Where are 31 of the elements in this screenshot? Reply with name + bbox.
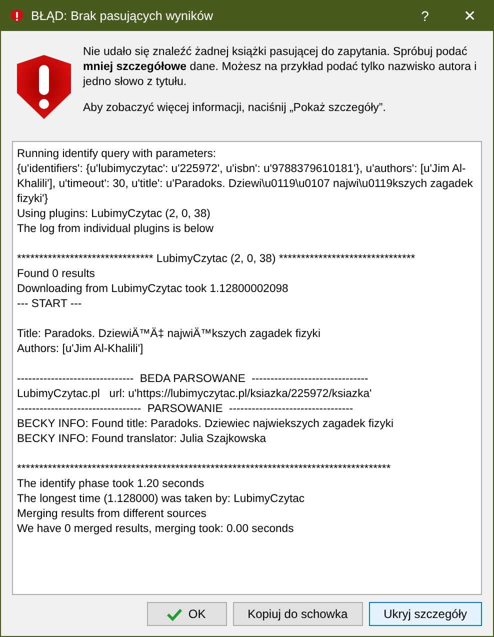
log-line: Using plugins: LubimyCzytac (2, 0, 38)	[17, 207, 212, 222]
dialog-button[interactable]: Kopiuj do schowka	[232, 602, 363, 626]
log-line: LubimyCzytac.pl url: u'https://lubimyczytac.pl/ksiazka/225972/ksiazka'	[17, 387, 373, 402]
ok-button[interactable]: OK	[146, 602, 227, 626]
window-title: BŁĄD: Brak pasujących wyników	[31, 9, 214, 23]
help-button[interactable]: ?	[403, 1, 447, 31]
log-line: Found 0 results	[17, 267, 96, 282]
log-line: The longest time (1.128000) was taken by: LubimyCzytac	[17, 492, 306, 507]
error-message: Nie udało się znaleźć żadnej książki pasującej do zapytania. Spróbuj podać mniej szczegółowe dane. Możesz na przykład podać tylko nazwisko autora i jedno słowo z tytułu.	[83, 45, 478, 90]
checkmark-icon	[167, 608, 182, 620]
log-line: The log from individual plugins is below	[17, 222, 215, 237]
log-line: Authors: [u'Jim Al-Khalili']	[17, 342, 144, 357]
error-shield-icon	[17, 55, 71, 119]
log-line: The identify phase took 1.20 seconds	[17, 477, 206, 492]
log-line: --------------------------------- PARSOWANIE ---------------------------------	[17, 402, 354, 417]
log-line: Merging results from different sources	[17, 507, 208, 522]
log-line: BECKY INFO: Found title: Paradoks. Dziewiec najwiekszych zagadek fizyki	[17, 417, 395, 432]
log-line: Running identify query with parameters:	[17, 147, 218, 162]
dialog-button[interactable]: Ukryj szczegóły	[368, 602, 482, 626]
log-line: --- START ---	[17, 297, 83, 312]
error-shield-icon	[11, 9, 23, 23]
log-line: {u'identifiers': {u'lubimyczytac': u'225972', u'isbn': u'9788379610181'}, u'authors': [u'Jim Al-Khalili'], u'timeout': 30, u'title': u'Paradoks. Dziewi\u0119\u0107 najwi\u0119kszych zagadek fizyki'}	[17, 162, 474, 207]
log-line: We have 0 merged results, merging took: 0.00 seconds	[17, 522, 295, 537]
log-line: *************************************************************************************	[17, 462, 392, 477]
log-line: ******************************* LubimyCzytac (2, 0, 38) *******************************	[17, 252, 416, 267]
details-hint: Aby zobaczyć więcej informacji, naciśnij „Pokaż szczegóły”.	[83, 101, 387, 116]
close-button[interactable]: ✕	[447, 1, 493, 31]
log-line: Title: Paradoks. DziewiÄ™Ä‡ najwiÄ™kszych zagadek fizyki	[17, 327, 322, 342]
log-line: Downloading from LubimyCzytac took 1.12800002098	[17, 282, 290, 297]
log-line: BECKY INFO: Found translator: Julia Szajkowska	[17, 432, 268, 447]
log-line: ------------------------------- BEDA PARSOWANE -------------------------------	[17, 372, 370, 387]
